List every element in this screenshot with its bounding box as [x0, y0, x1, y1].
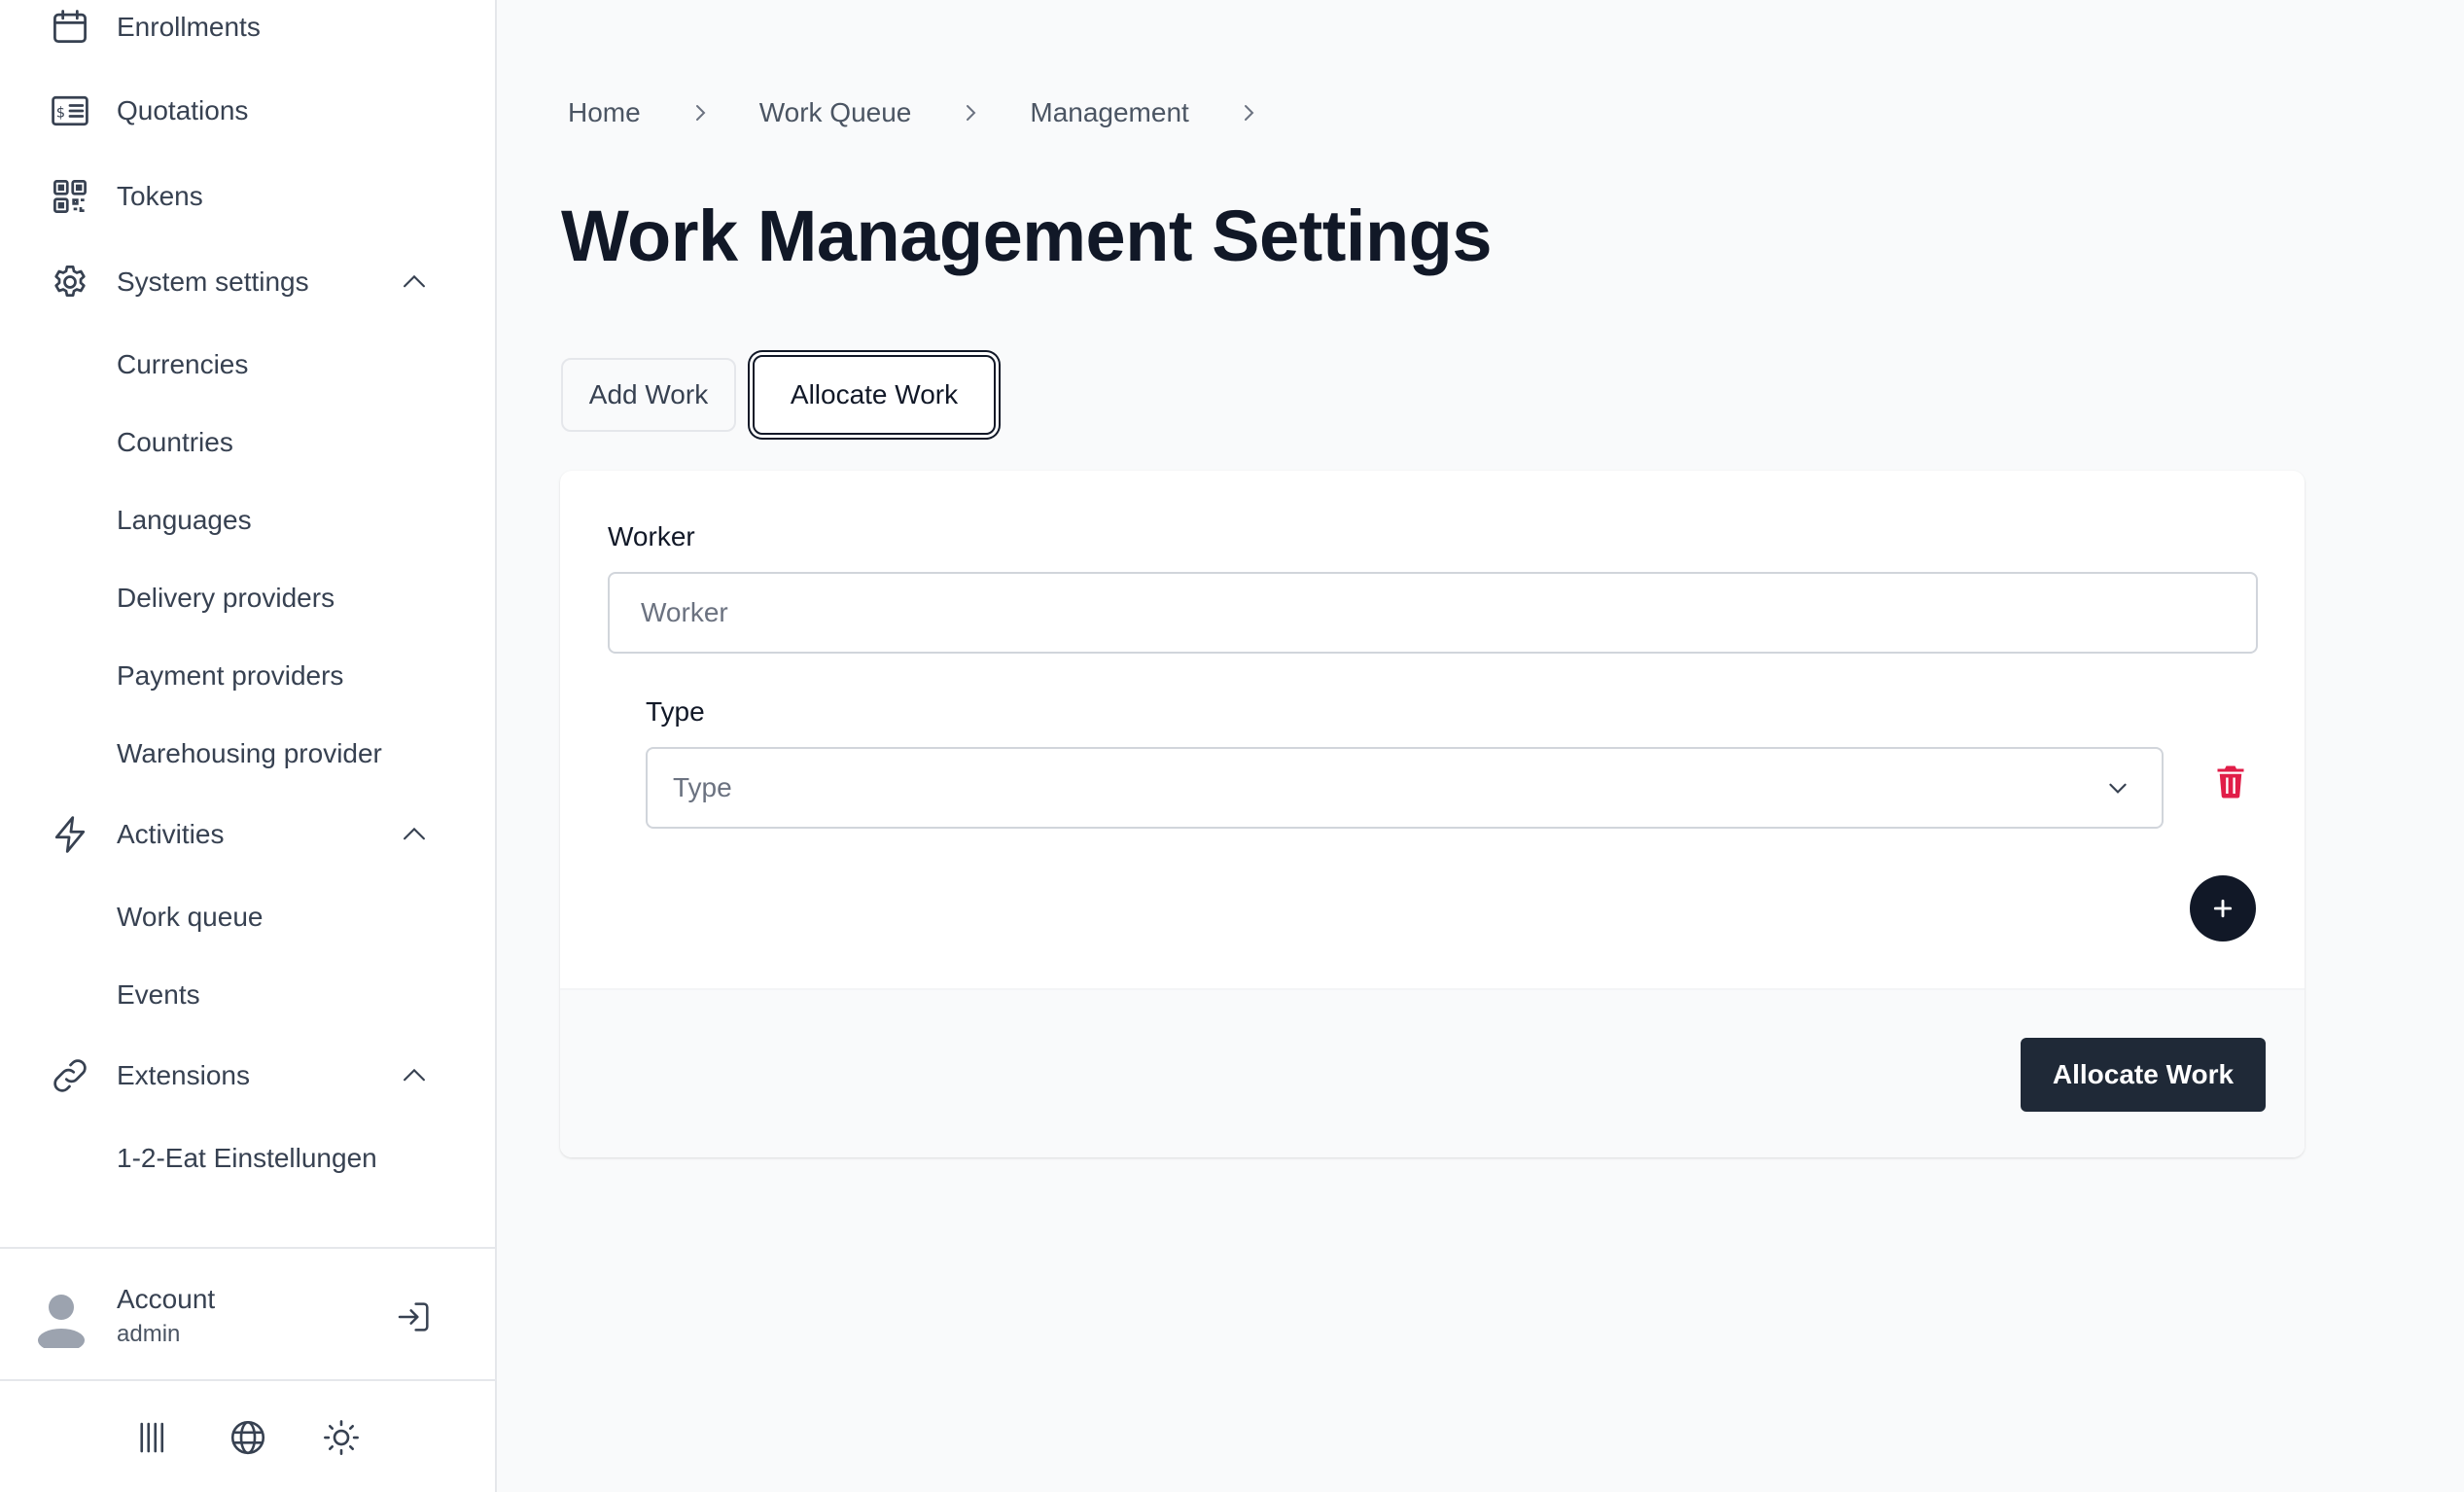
sidebar-item-enrollments[interactable]: Enrollments — [0, 0, 497, 66]
sidebar-item-label: Tokens — [117, 181, 203, 211]
type-select[interactable]: Type — [646, 747, 2164, 829]
account-role: admin — [117, 1321, 181, 1347]
add-type-button[interactable] — [2190, 875, 2256, 941]
sidebar-subitem-languages[interactable]: Languages — [0, 486, 497, 554]
sidebar-subitem-currencies[interactable]: Currencies — [0, 331, 497, 399]
sidebar-subitem-label: Currencies — [117, 349, 249, 379]
sidebar-item-activities[interactable]: Activities — [0, 796, 497, 873]
sidebar-subitem-events[interactable]: Events — [0, 961, 497, 1029]
chevron-right-icon — [1234, 98, 1263, 127]
breadcrumb-work-queue[interactable]: Work Queue — [759, 97, 912, 128]
sidebar-item-label: Activities — [117, 819, 225, 849]
logout-icon[interactable] — [393, 1296, 436, 1338]
worker-label: Worker — [608, 521, 695, 551]
sidebar-subitem-label: Languages — [117, 505, 252, 535]
type-label: Type — [646, 696, 705, 727]
sidebar-item-label: Quotations — [117, 95, 249, 125]
chevron-down-icon — [2103, 773, 2132, 802]
sidebar-footer — [0, 1381, 497, 1492]
trash-icon[interactable] — [2211, 761, 2250, 803]
sun-icon[interactable] — [320, 1416, 363, 1459]
chevron-right-icon — [686, 98, 715, 127]
tab-allocate-work[interactable]: Allocate Work — [753, 355, 996, 435]
sidebar-item-system-settings[interactable]: System settings — [0, 243, 497, 321]
qr-code-icon — [47, 173, 93, 220]
chevron-up-icon[interactable] — [395, 1056, 434, 1095]
type-select-value: Type — [673, 772, 732, 802]
sidebar-subitem-label: Events — [117, 979, 200, 1010]
sidebar-subitem-warehousing-provider[interactable]: Warehousing provider — [0, 720, 497, 788]
sidebar-item-label: Extensions — [117, 1060, 250, 1090]
sidebar-subitem-countries[interactable]: Countries — [0, 409, 497, 477]
account-name: Account — [117, 1284, 216, 1314]
sidebar: Enrollments $ Quotations Tokens System s… — [0, 0, 497, 1492]
breadcrumb-management[interactable]: Management — [1030, 97, 1188, 128]
page-title: Work Management Settings — [561, 195, 1493, 276]
sidebar-subitem-label: Payment providers — [117, 660, 344, 691]
svg-text:$: $ — [56, 104, 65, 121]
sidebar-subitem-work-queue[interactable]: Work queue — [0, 883, 497, 951]
bolt-icon — [47, 811, 93, 858]
sidebar-subitem-label: Countries — [117, 427, 233, 457]
account-panel: Account admin — [0, 1247, 497, 1381]
sidebar-subitem-label: Work queue — [117, 902, 264, 932]
breadcrumb-home[interactable]: Home — [568, 97, 641, 128]
sidebar-item-label: Enrollments — [117, 12, 261, 42]
form-footer: Allocate Work — [560, 988, 2305, 1157]
avatar — [37, 1292, 86, 1352]
quotation-icon: $ — [47, 88, 93, 134]
globe-icon[interactable] — [227, 1416, 269, 1459]
sidebar-subitem-label: Delivery providers — [117, 583, 335, 613]
sidebar-subitem-1-2-eat-einstellungen[interactable]: 1-2-Eat Einstellungen — [0, 1124, 497, 1192]
sidebar-subitem-delivery-providers[interactable]: Delivery providers — [0, 564, 497, 632]
barcode-icon[interactable] — [132, 1416, 175, 1459]
calendar-icon — [47, 4, 93, 51]
sidebar-item-tokens[interactable]: Tokens — [0, 158, 497, 235]
worker-input[interactable] — [608, 572, 2258, 654]
gear-icon — [47, 259, 93, 305]
breadcrumb: Home Work Queue Management — [568, 93, 1308, 132]
chevron-up-icon[interactable] — [395, 815, 434, 854]
plus-icon — [2213, 899, 2233, 918]
sidebar-subitem-label: 1-2-Eat Einstellungen — [117, 1143, 377, 1173]
allocate-work-form: Worker Type Type Allocate Work — [560, 471, 2305, 1157]
allocate-work-button[interactable]: Allocate Work — [2021, 1038, 2266, 1112]
tab-add-work[interactable]: Add Work — [561, 358, 736, 432]
link-icon — [47, 1052, 93, 1099]
sidebar-item-quotations[interactable]: $ Quotations — [0, 72, 497, 150]
sidebar-item-label: System settings — [117, 266, 309, 297]
chevron-right-icon — [956, 98, 985, 127]
chevron-up-icon[interactable] — [395, 263, 434, 302]
sidebar-subitem-payment-providers[interactable]: Payment providers — [0, 642, 497, 710]
sidebar-item-extensions[interactable]: Extensions — [0, 1037, 497, 1115]
sidebar-subitem-label: Warehousing provider — [117, 738, 382, 768]
